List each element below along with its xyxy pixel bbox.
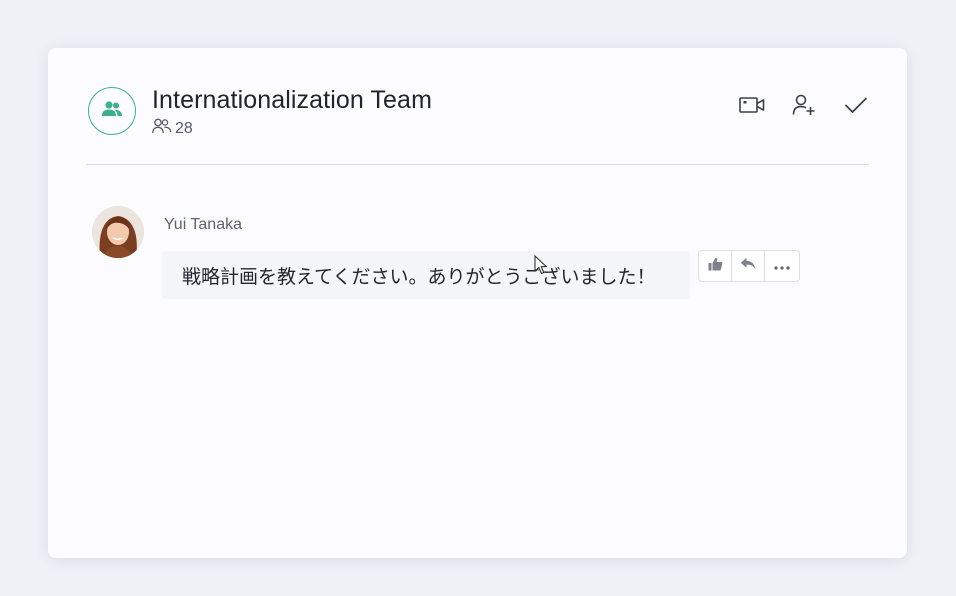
chat-title: Internationalization Team — [152, 86, 432, 114]
add-member-button[interactable] — [791, 94, 817, 120]
reply-icon — [740, 257, 756, 275]
members-icon — [152, 118, 172, 139]
chat-panel: Internationalization Team 28 Yui Tanaka … — [48, 48, 907, 558]
sender-name: Yui Tanaka — [164, 216, 242, 233]
message-actions — [698, 250, 800, 282]
group-icon — [101, 100, 123, 122]
chat-header: Internationalization Team 28 — [86, 86, 869, 165]
video-call-button[interactable] — [739, 94, 765, 120]
group-avatar — [88, 87, 136, 135]
checkmark-icon — [844, 96, 868, 119]
avatar[interactable] — [92, 206, 144, 258]
add-member-icon — [792, 94, 816, 121]
reply-button[interactable] — [732, 251, 765, 281]
done-button[interactable] — [843, 94, 869, 120]
member-count-value: 28 — [175, 119, 193, 137]
message-text: 戦略計画を教えてください。ありがとうございました！ — [182, 266, 656, 288]
more-options-button[interactable] — [765, 251, 799, 281]
mouse-cursor-icon — [534, 254, 548, 280]
video-call-icon — [739, 96, 765, 119]
member-count[interactable]: 28 — [152, 118, 193, 139]
like-button[interactable] — [699, 251, 732, 281]
message-bubble[interactable]: 戦略計画を教えてください。ありがとうございました！ — [162, 251, 690, 299]
more-icon — [774, 257, 790, 275]
header-actions — [739, 94, 869, 120]
thumbs-up-icon — [708, 257, 723, 276]
